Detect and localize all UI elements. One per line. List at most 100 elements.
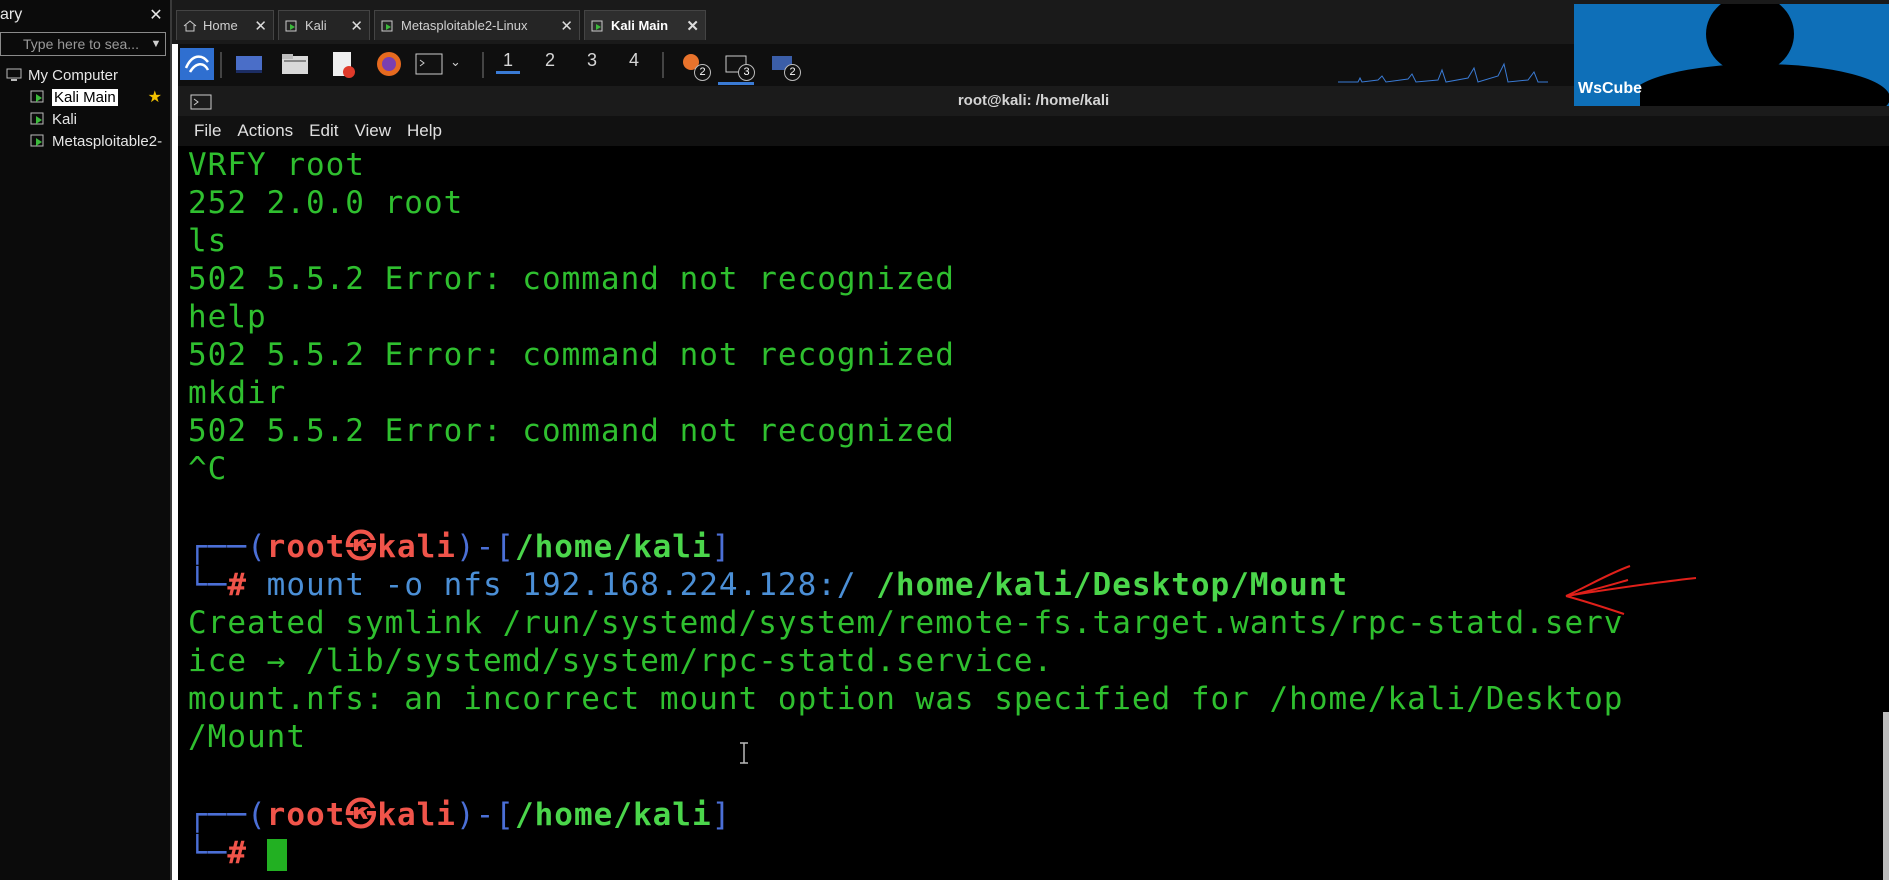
terminal-line: 502 5.5.2 Error: command not recognized [188,413,955,449]
close-icon[interactable]: ✕ [254,17,267,35]
prompt-at-symbol: ㉿ [345,797,378,833]
cpu-graph-icon [1338,62,1548,83]
command-path: /home/kali/Desktop/Mount [876,567,1349,603]
vm-icon [285,20,297,31]
prompt-corner: └─ [188,567,228,603]
tree-item-my-computer[interactable]: My Computer [0,64,170,86]
prompt-user: root [266,797,346,833]
terminal-scrollbar[interactable] [1883,712,1889,880]
command-text: mount -o nfs 192.168.224.128:/ [266,567,877,603]
text-editor-icon[interactable] [330,48,356,80]
menu-actions[interactable]: Actions [237,121,293,141]
vm-icon [381,20,393,31]
tab-kali[interactable]: Kali ✕ [278,10,370,40]
menu-help[interactable]: Help [407,121,442,141]
terminal-line: help [188,299,267,335]
terminal-line: 252 2.0.0 root [188,185,464,221]
text-cursor-ibeam-icon [740,742,748,764]
chevron-down-icon[interactable]: ▼ [147,38,165,50]
workspace-1[interactable]: 1 [496,50,520,74]
prompt-hash: # [227,835,247,871]
terminal-window-icon[interactable] [190,94,212,110]
tree-item-kali-main[interactable]: Kali Main ★ [0,86,170,108]
kali-menu-icon[interactable] [180,48,214,80]
shell-prompt: ┌──(root㉿kali)-[/home/kali] [188,796,731,834]
workspace-4[interactable]: 4 [622,50,646,71]
webcam-brand-label: WsCube [1578,80,1642,97]
close-icon[interactable]: ✕ [560,17,573,35]
tab-metasploitable2-linux[interactable]: Metasploitable2-Linux ✕ [374,10,580,40]
close-icon[interactable]: ✕ [350,17,363,35]
library-header: ary ✕ [0,0,170,30]
firefox-icon[interactable] [374,48,404,80]
prompt-bracket: )-[ [455,797,515,833]
vm-display[interactable]: ⌄ 1 2 3 4 2 3 2 root@kali: /home/kali Fi… [178,44,1889,880]
search-placeholder: Type here to sea... [23,36,139,52]
webcam-overlay: WsCube [1574,4,1889,106]
workspace-3[interactable]: 3 [580,50,604,71]
favorite-star-icon[interactable]: ★ [148,87,162,107]
menu-file[interactable]: File [194,121,221,141]
tree-item-label: Kali [52,110,78,128]
prompt-hash: # [227,567,247,603]
active-task-indicator [718,82,754,85]
vm-icon [591,20,603,31]
menu-view[interactable]: View [354,121,391,141]
task-count-badge: 2 [694,64,711,81]
tab-home[interactable]: Home ✕ [176,10,274,40]
annotation-arrow-icon [1565,565,1697,615]
terminal-line: 502 5.5.2 Error: command not recognized [188,261,955,297]
prompt-bracket: )-[ [455,529,515,565]
vm-running-icon [30,134,44,147]
prompt-user: root [266,529,346,565]
terminal-line: ^C [188,451,228,487]
terminal-line: Created symlink /run/systemd/system/remo… [188,605,1624,641]
library-search-input[interactable]: Type here to sea... ▼ [0,32,166,56]
library-title: ary [0,6,23,23]
shell-prompt: ┌──(root㉿kali)-[/home/kali] [188,528,731,566]
terminal-menu-bar: File Actions Edit View Help [178,116,1889,146]
prompt-bracket: ┌──( [188,797,267,833]
prompt-bracket: ] [711,529,732,565]
tree-item-label: Kali Main [52,88,118,106]
terminal-output[interactable]: VRFY root 252 2.0.0 root ls 502 5.5.2 Er… [178,146,1889,880]
tree-item-metasploitable[interactable]: Metasploitable2- [0,130,170,152]
command-line: └─# mount -o nfs 192.168.224.128:/ /home… [188,566,1348,604]
terminal-line: 502 5.5.2 Error: command not recognized [188,337,955,373]
prompt-path: /home/kali [514,529,712,565]
terminal-line: ls [188,223,228,259]
task-count-badge: 2 [784,64,801,81]
file-manager-icon[interactable] [280,48,310,80]
terminal-line: ice → /lib/systemd/system/rpc-statd.serv… [188,643,1054,679]
prompt-corner: └─ [188,835,228,871]
terminal-line: /Mount [188,719,306,755]
prompt-host: kali [377,797,456,833]
vm-running-icon [30,112,44,125]
terminal-line: mkdir [188,375,287,411]
text-cursor [266,838,287,871]
library-panel: ary ✕ Type here to sea... ▼ My Computer … [0,0,172,880]
task-count-badge: 3 [738,64,755,81]
menu-edit[interactable]: Edit [309,121,338,141]
presenter-silhouette [1640,4,1889,106]
workspace-2[interactable]: 2 [538,50,562,71]
vm-running-icon [30,90,44,103]
tab-label: Kali [305,18,327,33]
chevron-down-icon[interactable]: ⌄ [450,54,461,70]
terminal-icon[interactable] [414,48,444,80]
tab-kali-main[interactable]: Kali Main ✕ [584,10,706,40]
tab-label: Kali Main [611,18,669,33]
close-icon[interactable]: ✕ [686,17,699,35]
panel-separator [482,52,484,78]
home-icon [183,19,197,31]
terminal-line: VRFY root [188,147,365,183]
show-desktop-icon[interactable] [234,48,264,80]
panel-separator [662,52,664,78]
library-close-icon[interactable]: ✕ [146,5,166,25]
tab-label: Home [203,18,238,33]
computer-icon [6,68,22,81]
prompt-at-symbol: ㉿ [345,529,378,565]
panel-separator [220,52,222,78]
tab-label: Metasploitable2-Linux [401,18,528,33]
tree-item-kali[interactable]: Kali [0,108,170,130]
